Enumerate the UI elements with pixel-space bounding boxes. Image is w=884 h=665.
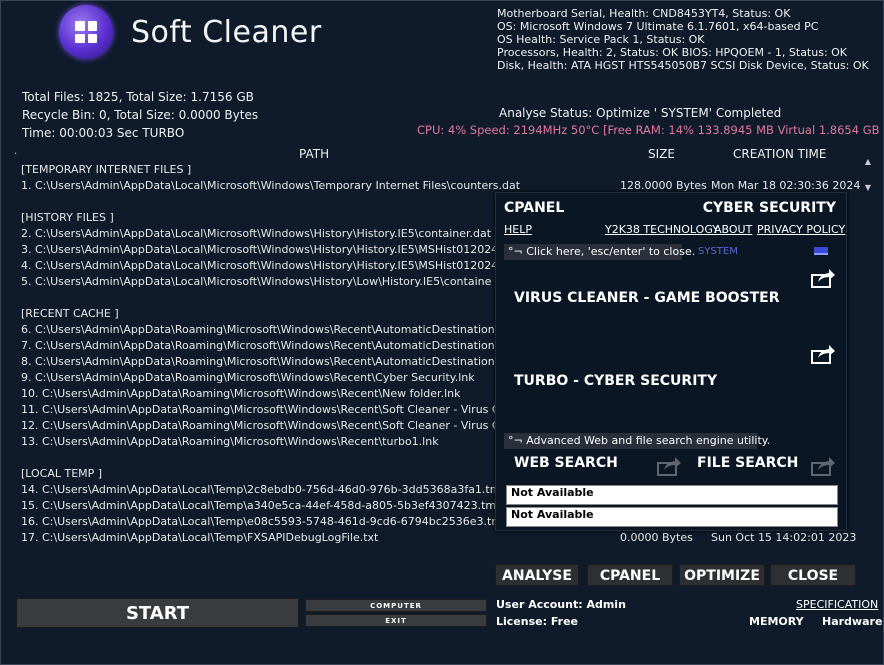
file-path: 13. C:\Users\Admin\AppData\Roaming\Micro… (21, 435, 439, 448)
list-corner-dot: . (14, 146, 18, 157)
exit-button[interactable]: EXIT (305, 614, 487, 627)
file-path: 4. C:\Users\Admin\AppData\Local\Microsof… (21, 259, 499, 272)
file-path: [TEMPORARY INTERNET FILES ] (21, 163, 192, 176)
file-path: [HISTORY FILES ] (21, 211, 114, 224)
file-path: 8. C:\Users\Admin\AppData\Roaming\Micros… (21, 355, 495, 368)
hardware-link[interactable]: Hardware (822, 615, 882, 628)
file-path: 6. C:\Users\Admin\AppData\Roaming\Micros… (21, 323, 495, 336)
file-search-field[interactable]: Not Available (506, 507, 838, 527)
file-search-share-icon[interactable] (810, 455, 836, 477)
web-search-heading: WEB SEARCH (514, 455, 618, 471)
about-link[interactable]: ABOUT (714, 223, 752, 236)
app-logo-icon (59, 5, 113, 59)
share-icon[interactable] (810, 267, 836, 289)
share-icon[interactable] (810, 343, 836, 365)
os-health-info: OS Health: Service Pack 1, Status: OK (497, 33, 705, 46)
column-size: SIZE (648, 147, 675, 161)
file-path: 12. C:\Users\Admin\AppData\Roaming\Micro… (21, 419, 500, 432)
privacy-policy-link[interactable]: PRIVACY POLICY (757, 223, 845, 236)
file-path: 7. C:\Users\Admin\AppData\Roaming\Micros… (21, 339, 495, 352)
file-size: 0.0000 Bytes (620, 531, 693, 544)
file-path: 11. C:\Users\Admin\AppData\Roaming\Micro… (21, 403, 500, 416)
system-info: Motherboard Serial, Health: CND8453YT4, … (497, 7, 869, 72)
disk-info: Disk, Health: ATA HGST HTS545050B7 SCSI … (497, 59, 869, 72)
optimize-button[interactable]: OPTIMIZE (679, 564, 765, 586)
computer-button[interactable]: COMPUTER (305, 599, 487, 612)
close-hint-button[interactable]: °¬ Click here, 'esc/enter' to close. (504, 244, 695, 260)
specification-link[interactable]: SPECIFICATION (796, 598, 878, 611)
file-path: 16. C:\Users\Admin\AppData\Local\Temp\e0… (21, 515, 510, 528)
column-creation-time: CREATION TIME (733, 147, 827, 161)
cpanel-popup: CPANEL CYBER SECURITY HELP Y2K38 TECHNOL… (495, 192, 847, 531)
cpanel-cyber-security: CYBER SECURITY (702, 200, 836, 216)
file-path: 2. C:\Users\Admin\AppData\Local\Microsof… (21, 227, 492, 240)
list-item[interactable]: 17. C:\Users\Admin\AppData\Local\Temp\FX… (21, 530, 873, 546)
file-path: 10. C:\Users\Admin\AppData\Roaming\Micro… (21, 387, 461, 400)
file-path: 1. C:\Users\Admin\AppData\Local\Microsof… (21, 179, 521, 192)
file-path: [RECENT CACHE ] (21, 307, 119, 320)
start-button[interactable]: START (16, 598, 299, 628)
cpanel-title: CPANEL (504, 200, 565, 216)
analyse-status: Analyse Status: Optimize ' SYSTEM' Compl… (499, 106, 782, 120)
file-path: [LOCAL TEMP ] (21, 467, 103, 480)
column-path: PATH (299, 147, 330, 161)
file-path: 3. C:\Users\Admin\AppData\Local\Microsof… (21, 243, 499, 256)
file-time: Sun Oct 15 14:02:01 2023 (711, 531, 857, 544)
file-path: 15. C:\Users\Admin\AppData\Local\Temp\a3… (21, 499, 504, 512)
motherboard-info: Motherboard Serial, Health: CND8453YT4, … (497, 7, 791, 20)
cpanel-button[interactable]: CPANEL (587, 564, 673, 586)
web-search-share-icon[interactable] (656, 455, 682, 477)
y2k38-link[interactable]: Y2K38 TECHNOLOGY (605, 223, 719, 236)
recycle-bin-stat: Recycle Bin: 0, Total Size: 0.0000 Bytes (22, 108, 259, 122)
main-window: Soft Cleaner Motherboard Serial, Health:… (0, 0, 884, 665)
advanced-search-hint: °¬ Advanced Web and file search engine u… (504, 433, 770, 449)
scan-stats: Total Files: 1825, Total Size: 1.7156 GB… (22, 88, 258, 142)
file-path: 14. C:\Users\Admin\AppData\Local\Temp\2c… (21, 483, 508, 496)
help-link[interactable]: HELP (504, 223, 532, 236)
memory-link[interactable]: MEMORY (749, 615, 804, 628)
cpu-ram-status: CPU: 4% Speed: 2194MHz 50°C [Free RAM: 1… (417, 123, 884, 137)
system-indicator-icon (814, 247, 828, 255)
analyse-button[interactable]: ANALYSE (495, 564, 579, 586)
time-stat: Time: 00:00:03 Sec TURBO (22, 126, 185, 140)
user-account: User Account: Admin (496, 598, 626, 611)
file-path: 5. C:\Users\Admin\AppData\Local\Microsof… (21, 275, 492, 288)
total-files: Total Files: 1825, Total Size: 1.7156 GB (22, 90, 254, 104)
os-info: OS: Microsoft Windows 7 Ultimate 6.1.760… (497, 20, 819, 33)
file-path: 9. C:\Users\Admin\AppData\Roaming\Micros… (21, 371, 475, 384)
section-header: [TEMPORARY INTERNET FILES ] (21, 162, 873, 178)
processor-bios-info: Processors, Health: 2, Status: OK BIOS: … (497, 46, 848, 59)
close-button[interactable]: CLOSE (770, 564, 856, 586)
file-path: 17. C:\Users\Admin\AppData\Local\Temp\FX… (21, 531, 379, 544)
virus-cleaner-heading[interactable]: VIRUS CLEANER - GAME BOOSTER (514, 290, 780, 306)
web-search-field[interactable]: Not Available (506, 485, 838, 505)
license: License: Free (496, 615, 578, 628)
file-search-heading: FILE SEARCH (697, 455, 799, 471)
app-title: Soft Cleaner (131, 15, 322, 50)
turbo-heading[interactable]: TURBO - CYBER SECURITY (514, 373, 717, 389)
system-label: SYSTEM (698, 246, 738, 257)
